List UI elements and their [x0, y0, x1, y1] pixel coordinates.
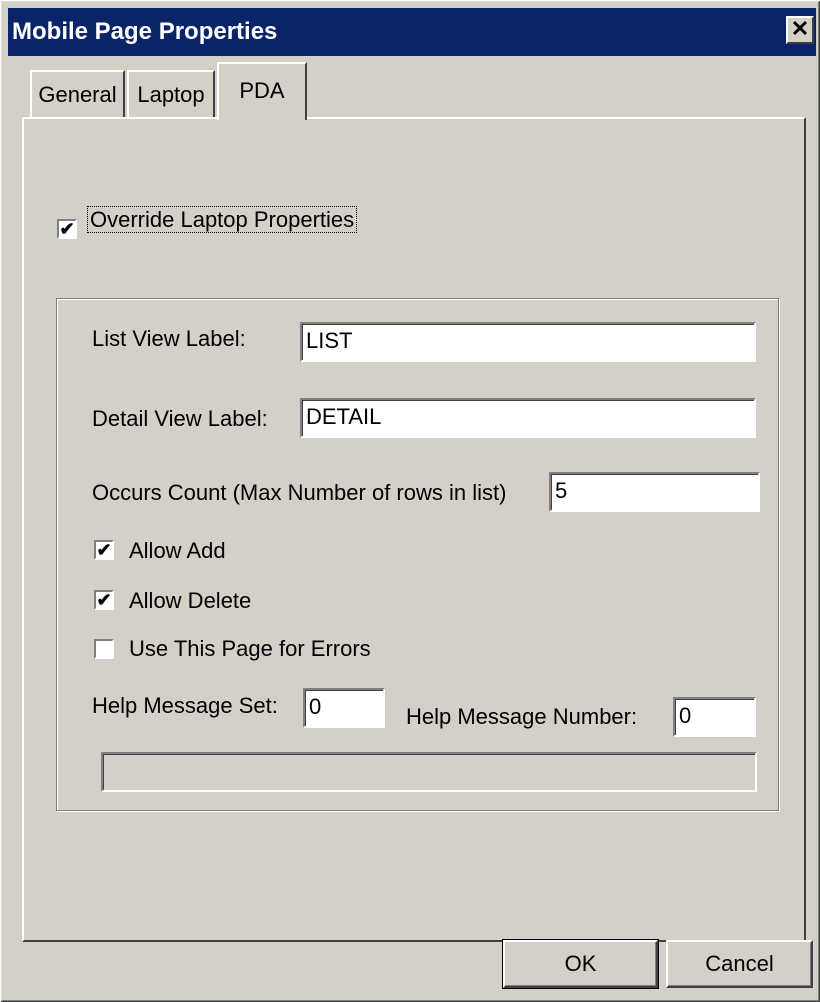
window-title: Mobile Page Properties	[12, 18, 278, 45]
cancel-button[interactable]: Cancel	[666, 940, 813, 988]
help-set-label: Help Message Set:	[92, 693, 278, 718]
help-set-input[interactable]: 0	[303, 688, 385, 728]
occurs-count-input[interactable]: 5	[549, 472, 760, 512]
tab-pda-label: PDA	[239, 78, 285, 103]
detail-view-label: Detail View Label:	[92, 406, 268, 431]
dialog-window: Mobile Page Properties ✕ General Laptop …	[0, 0, 820, 1002]
tab-laptop[interactable]: Laptop	[127, 70, 215, 118]
allow-delete-label[interactable]: Allow Delete	[129, 588, 251, 614]
override-checkbox[interactable]: ✔	[57, 219, 77, 239]
allow-delete-checkbox[interactable]: ✔	[94, 590, 114, 610]
override-label[interactable]: Override Laptop Properties	[86, 206, 358, 233]
use-for-errors-checkbox[interactable]	[94, 639, 114, 659]
message-text-display	[101, 752, 757, 792]
title-bar: Mobile Page Properties ✕	[8, 8, 816, 56]
tab-general-label: General	[38, 82, 117, 107]
ok-button[interactable]: OK	[502, 939, 659, 989]
help-number-input[interactable]: 0	[673, 697, 756, 737]
use-for-errors-label[interactable]: Use This Page for Errors	[129, 636, 371, 662]
allow-add-label[interactable]: Allow Add	[129, 538, 226, 564]
tab-laptop-label: Laptop	[137, 82, 205, 107]
tab-pda[interactable]: PDA	[217, 62, 307, 120]
list-view-input[interactable]: LIST	[300, 322, 756, 362]
detail-view-input[interactable]: DETAIL	[300, 398, 756, 438]
help-number-label: Help Message Number:	[406, 704, 638, 729]
list-view-label: List View Label:	[92, 326, 246, 351]
occurs-count-label: Occurs Count (Max Number of rows in list…	[92, 480, 507, 505]
close-icon[interactable]: ✕	[786, 16, 814, 44]
tab-general[interactable]: General	[30, 70, 125, 118]
allow-add-checkbox[interactable]: ✔	[94, 540, 114, 560]
